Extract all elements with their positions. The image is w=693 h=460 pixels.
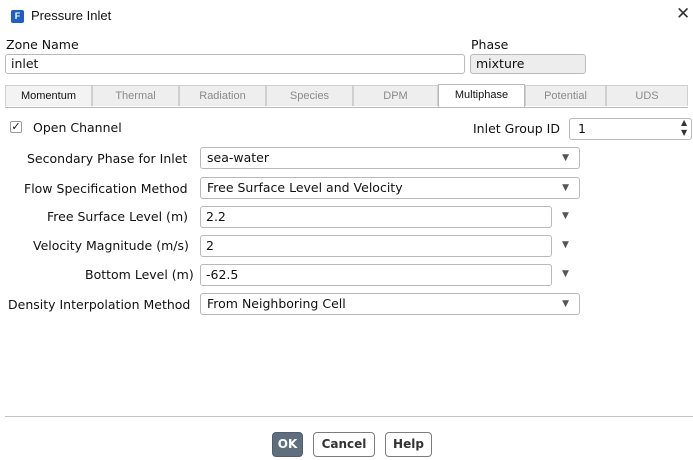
chevron-down-icon: ▼ [562, 183, 569, 193]
tab-dpm[interactable]: DPM [353, 85, 438, 106]
tab-bar: Momentum Thermal Radiation Species DPM M… [5, 84, 688, 108]
footer-divider [5, 416, 693, 417]
zone-name-label: Zone Name [6, 37, 79, 52]
cancel-button[interactable]: Cancel [313, 432, 375, 457]
bottom-level-label: Bottom Level (m) [85, 267, 194, 282]
velocity-input[interactable]: 2 [200, 235, 552, 257]
secondary-phase-select[interactable]: sea-water ▼ [200, 147, 580, 169]
flow-spec-select[interactable]: Free Surface Level and Velocity ▼ [200, 177, 580, 199]
secondary-phase-label: Secondary Phase for Inlet [27, 151, 188, 166]
velocity-label: Velocity Magnitude (m/s) [33, 238, 189, 253]
tab-momentum[interactable]: Momentum [5, 85, 92, 106]
density-interp-select[interactable]: From Neighboring Cell ▼ [200, 293, 580, 315]
tab-uds[interactable]: UDS [606, 85, 688, 106]
open-channel-checkbox[interactable]: ✓ [10, 121, 22, 133]
fluent-app-icon: F [11, 10, 24, 23]
tab-thermal[interactable]: Thermal [92, 85, 179, 106]
chevron-down-icon[interactable]: ▼ [562, 211, 569, 221]
window-title: Pressure Inlet [31, 8, 112, 23]
tab-multiphase[interactable]: Multiphase [438, 84, 525, 107]
open-channel-label: Open Channel [33, 120, 122, 135]
density-interp-label: Density Interpolation Method [8, 297, 191, 312]
inlet-group-id-label: Inlet Group ID [473, 121, 560, 136]
phase-label: Phase [471, 37, 509, 52]
flow-spec-value: Free Surface Level and Velocity [207, 180, 403, 195]
secondary-phase-value: sea-water [207, 150, 269, 165]
zone-name-input[interactable]: inlet [5, 54, 465, 74]
chevron-down-icon: ▼ [562, 153, 569, 163]
close-icon[interactable]: ✕ [676, 4, 690, 24]
tab-potential[interactable]: Potential [525, 85, 606, 106]
phase-field: mixture [470, 54, 586, 74]
chevron-down-icon: ▼ [562, 299, 569, 309]
density-interp-value: From Neighboring Cell [207, 296, 346, 311]
ok-button[interactable]: OK [272, 432, 303, 457]
tab-radiation[interactable]: Radiation [179, 85, 266, 106]
chevron-down-icon[interactable]: ▼ [562, 269, 569, 279]
spin-up-icon[interactable]: ▲ [681, 119, 687, 127]
help-button[interactable]: Help [385, 432, 432, 457]
bottom-level-input[interactable]: -62.5 [200, 264, 552, 286]
tab-species[interactable]: Species [266, 85, 353, 106]
chevron-down-icon[interactable]: ▼ [562, 240, 569, 250]
free-surface-label: Free Surface Level (m) [47, 209, 188, 224]
flow-spec-label: Flow Specification Method [24, 181, 188, 196]
free-surface-input[interactable]: 2.2 [200, 206, 552, 228]
inlet-group-id-input[interactable]: 1 [569, 118, 692, 140]
spin-down-icon[interactable]: ▼ [681, 129, 687, 137]
title-bar: F Pressure Inlet ✕ [0, 0, 693, 32]
